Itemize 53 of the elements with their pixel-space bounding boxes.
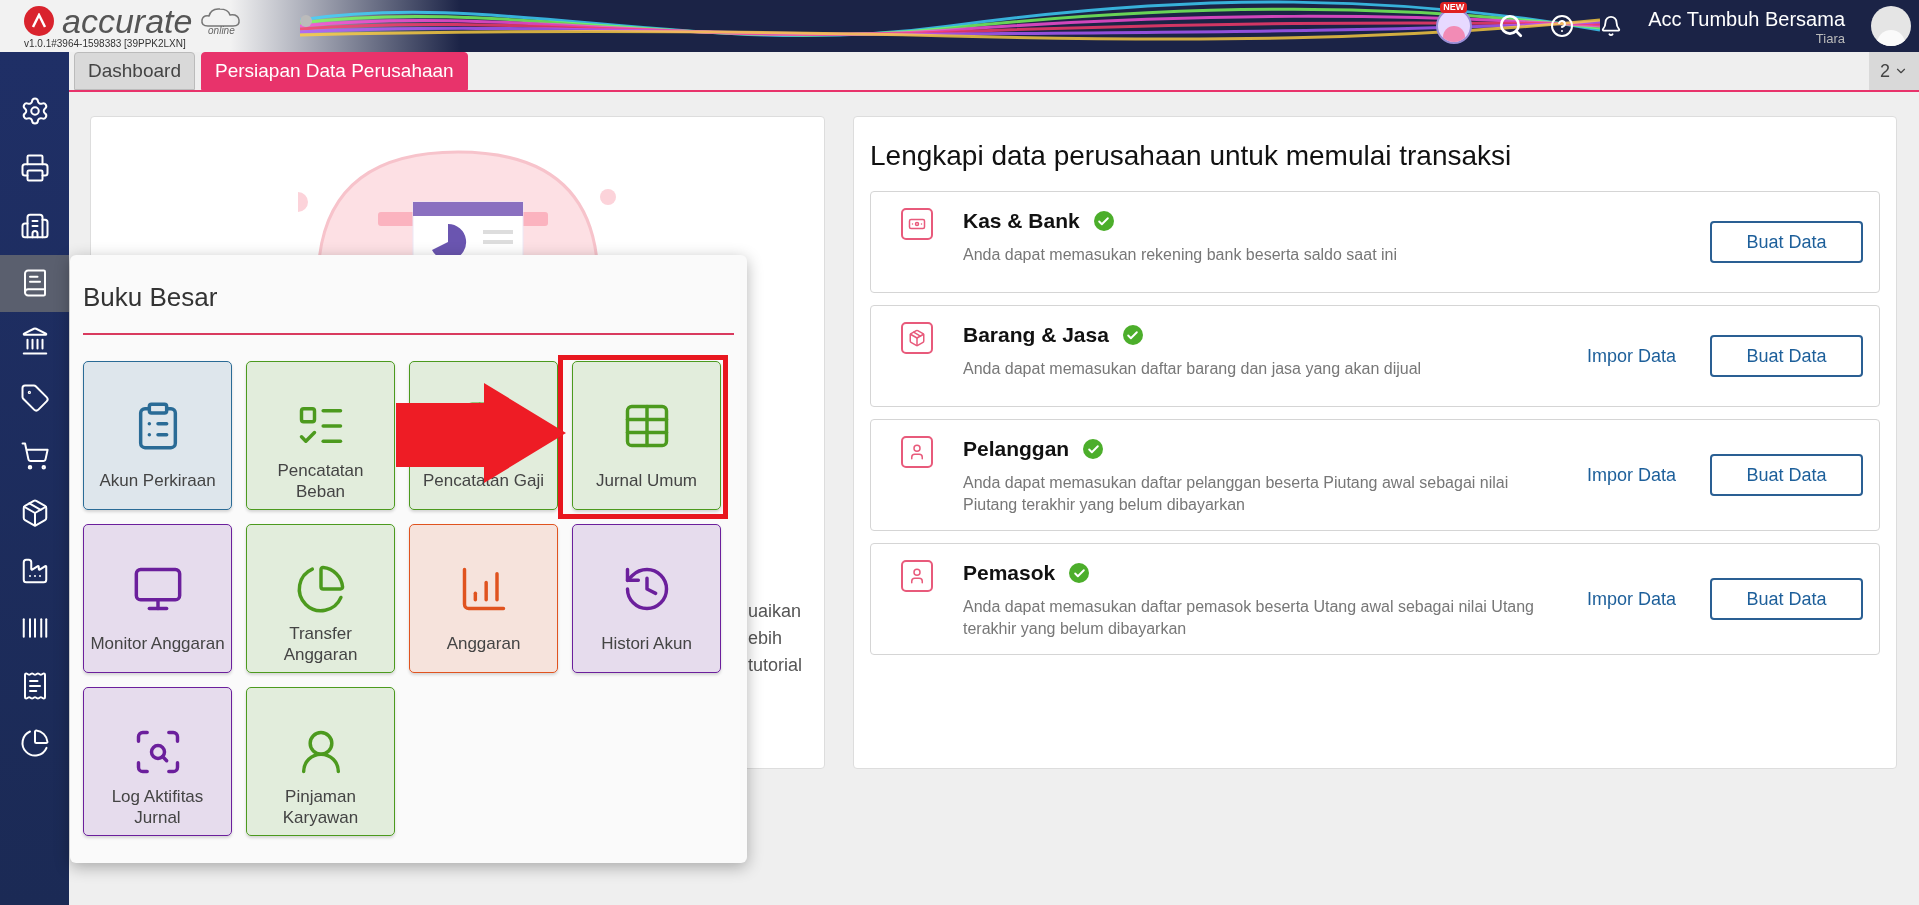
menu-tile[interactable]: Pencatatan Beban (246, 361, 395, 510)
tag-icon (19, 383, 50, 414)
create-data-button[interactable]: Buat Data (1710, 454, 1863, 496)
row-title: Pelanggan (963, 436, 1070, 462)
description-text: tutorial (748, 654, 804, 677)
person-icon (901, 436, 933, 468)
user-subtitle: Tiara (1815, 30, 1845, 46)
row-title: Kas & Bank (963, 208, 1080, 234)
menu-tile[interactable]: Monitor Anggaran (83, 524, 232, 673)
row-description: Anda dapat memasukan daftar barang dan jasa yang akan dijual (963, 359, 1422, 379)
create-data-button[interactable]: Buat Data (1710, 335, 1863, 377)
menu-tile[interactable]: Akun Perkiraan (83, 361, 232, 510)
import-link[interactable]: Impor Data (1586, 585, 1676, 613)
new-badge: NEW (1440, 2, 1468, 13)
user-name: Acc Tumbuh Bersama (1648, 6, 1845, 31)
description-text: uaikan (748, 600, 803, 623)
row-description: Anda dapat memasukan daftar pemasok beserta Utang awal sebagai nilai Utang terakhir yang belum dibayarkan (963, 597, 1535, 639)
printer-icon (19, 153, 50, 184)
help-icon[interactable] (1550, 14, 1575, 38)
row-title: Pemasok (963, 560, 1056, 586)
tab[interactable]: Persiapan Data Perusahaan (200, 52, 468, 90)
create-data-button[interactable]: Buat Data (1710, 221, 1863, 263)
package-icon (901, 322, 933, 354)
menu-tile[interactable]: Anggaran (409, 524, 558, 673)
card-title: Lengkapi data perusahaan untuk memulai transaksi (870, 139, 1513, 173)
cloud-icon (200, 5, 243, 28)
sidebar-item[interactable] (0, 254, 69, 312)
logo-text: accurate (62, 3, 193, 38)
version-text: v1.0.1#3964-1598383 [39PPK2LXN] (24, 37, 187, 49)
create-data-button[interactable]: Buat Data (1710, 578, 1863, 620)
money-icon (901, 208, 933, 240)
person-icon (901, 560, 933, 592)
bell-icon[interactable] (1600, 15, 1623, 37)
user-avatar-icon[interactable] (1871, 6, 1911, 46)
logo-subtitle: online (208, 25, 235, 36)
row-description: Anda dapat memasukan rekening bank beserta saldo saat ini (963, 245, 1398, 265)
menu-tile[interactable]: Pinjaman Karyawan (246, 687, 395, 836)
cart-icon (19, 440, 50, 471)
search-icon[interactable] (1498, 13, 1525, 39)
menu-tile[interactable]: Jurnal Umum (572, 361, 721, 510)
popup-title: Buku Besar (83, 281, 219, 313)
tab-overflow-button[interactable]: 2 (1869, 52, 1919, 90)
menu-tile[interactable]: Transfer Anggaran (246, 524, 395, 673)
pie-chart-icon (19, 728, 50, 759)
row-description: Anda dapat memasukan daftar pelanggan beserta Piutang awal sebagai nilai Piutang terakhir yang belum dibayarkan (963, 473, 1510, 515)
logo-icon (24, 5, 54, 36)
description-text: ebih (748, 627, 784, 650)
tab[interactable]: Dashboard (74, 52, 195, 90)
menu-tile[interactable]: Histori Akun (572, 524, 721, 673)
import-link[interactable]: Impor Data (1586, 461, 1676, 489)
menu-tile[interactable]: Log Aktifitas Jurnal (83, 687, 232, 836)
import-link[interactable]: Impor Data (1586, 342, 1676, 370)
row-title: Barang & Jasa (963, 322, 1109, 348)
